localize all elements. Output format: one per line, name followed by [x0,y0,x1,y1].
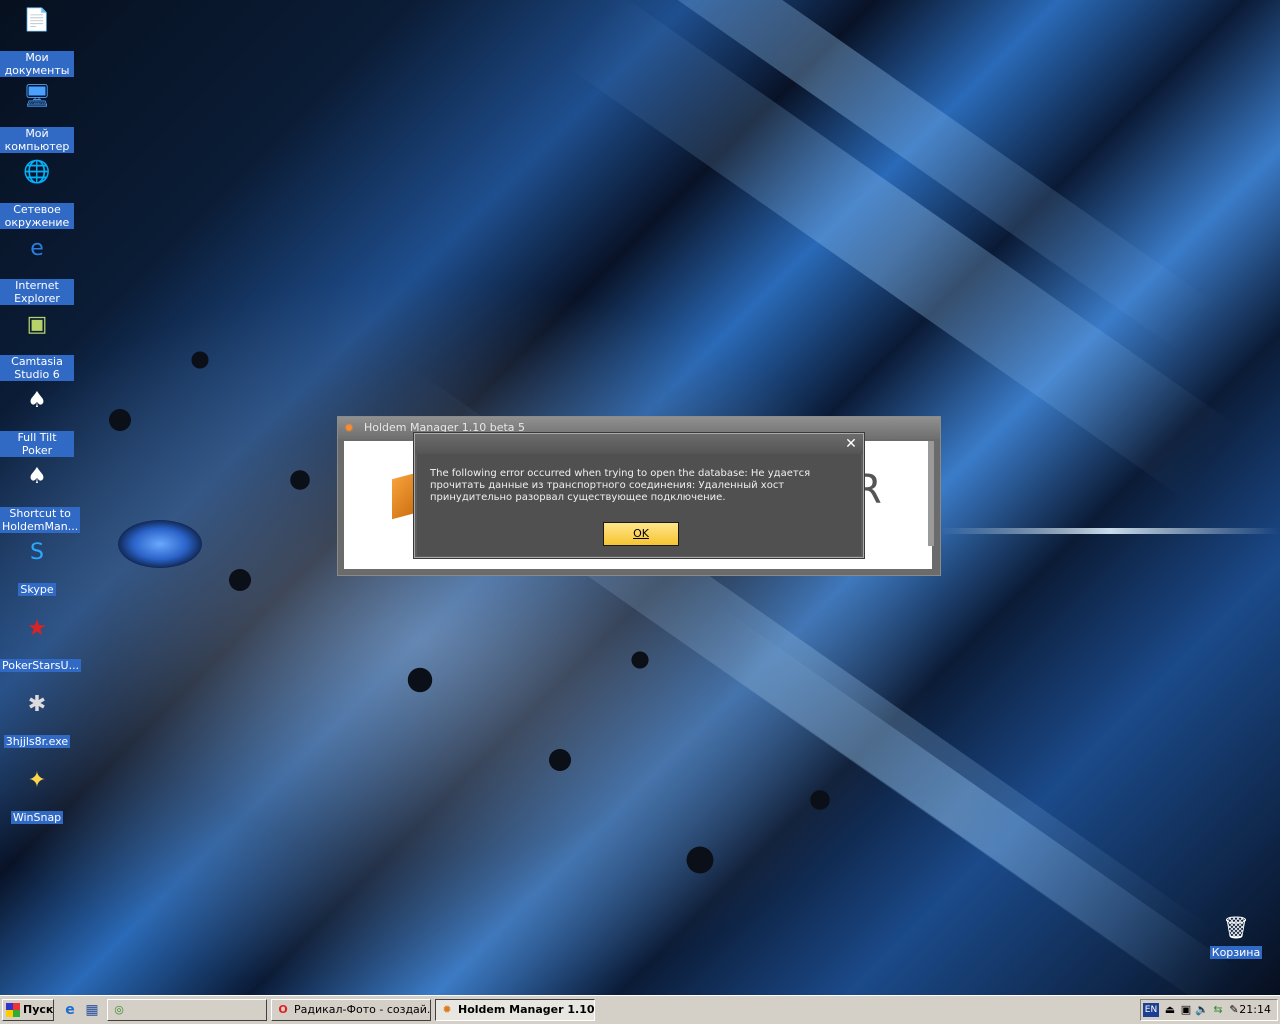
desktop-icon-full-tilt-poker[interactable]: ♠ Full Tilt Poker [0,384,74,457]
update-icon[interactable]: ⇆ [1211,1003,1225,1017]
taskbar-button-label: Holdem Manager 1.10... [458,1003,595,1016]
desktop-icon-holdem-manager-shortcut[interactable]: ♠ Shortcut to HoldemMan... [0,460,81,533]
ie-quicklaunch-icon[interactable]: e [61,1001,79,1019]
desktop-icon-label: WinSnap [10,811,64,824]
ok-button[interactable]: OK [603,522,679,546]
desktop-icon-label: Мои документы [0,51,74,77]
close-icon[interactable]: ✕ [843,436,859,452]
windows-flag-icon [6,1003,20,1017]
desktop-icon-skype[interactable]: S Skype [0,536,74,596]
dialog-body: The following error occurred when trying… [417,454,861,556]
safely-remove-icon[interactable]: ⏏ [1163,1003,1177,1017]
desktop-icon-winsnap[interactable]: ✦ WinSnap [0,764,74,824]
start-label: Пуск [23,1003,54,1016]
taskbar-button-radikal[interactable]: O Радикал-Фото - создай... [271,999,431,1021]
desktop-icon-network-places[interactable]: 🌐 Сетевое окружение [0,156,74,229]
error-message: The following error occurred when trying… [430,468,811,503]
pokerstars-icon: ★ [27,615,47,641]
desktop-icon-camtasia[interactable]: ▣ Camtasia Studio 6 [0,308,74,381]
apple-logo-icon [1030,480,1100,560]
network-icon[interactable]: ▣ [1179,1003,1193,1017]
desktop-icon-my-documents[interactable]: 📄 Мои документы [0,4,74,77]
full-tilt-poker-icon: ♠ [27,387,47,413]
system-tray: EN ⏏ ▣ 🔈 ⇆ ✎ 21:14 [1140,999,1278,1021]
taskbar-button[interactable]: ◎ [107,999,267,1021]
taskbar: Пуск e ▦ ◎ O Радикал-Фото - создай... ✹ … [0,995,1280,1024]
desktop-icon-exe[interactable]: ✱ 3hjjls8r.exe [0,688,74,748]
internet-explorer-icon: e [30,235,44,261]
exe-icon: ✱ [27,691,47,717]
desktop-icon-label: Мой компьютер [0,127,74,153]
wallpaper-flare [940,528,1280,534]
desktop-icon-my-computer[interactable]: 🖥 Мой компьютер [0,80,74,153]
desktop-icon-label: Shortcut to HoldemMan... [0,507,81,533]
show-desktop-icon[interactable]: ▦ [83,1001,101,1019]
my-computer-icon: 🖥 [23,83,51,109]
camtasia-icon: ▣ [26,311,48,337]
scrollbar[interactable] [928,441,934,546]
desktop-icon-label: Internet Explorer [0,279,74,305]
dialog-titlebar[interactable]: ✕ [415,434,863,454]
desktop-icon-recycle-bin[interactable]: 🗑 Корзина [1199,912,1273,959]
ok-button-label: OK [633,527,649,540]
desktop-icon-label: PokerStarsU... [0,659,82,672]
skype-icon: S [30,539,44,565]
recycle-bin-icon: 🗑 [1222,915,1250,941]
desktop-icon-label: Корзина [1209,946,1263,959]
error-dialog: ✕ The following error occurred when tryi… [414,433,864,558]
app-tray-icon: ◎ [114,1003,124,1016]
taskbar-button-holdem-manager[interactable]: ✹ Holdem Manager 1.10... [435,999,595,1021]
holdem-manager-icon: ✹ [344,421,355,435]
winsnap-icon: ✦ [27,767,47,793]
desktop-icon-label: Full Tilt Poker [0,431,74,457]
desktop-icon-internet-explorer[interactable]: e Internet Explorer [0,232,74,305]
opera-icon: O [278,1003,288,1016]
language-indicator[interactable]: EN [1143,1003,1159,1017]
start-button[interactable]: Пуск [2,999,54,1021]
holdem-manager-icon: ✹ [442,1003,452,1016]
network-places-icon: 🌐 [23,159,51,185]
desktop-icon-pokerstars[interactable]: ★ PokerStarsU... [0,612,82,672]
taskbar-button-label: Радикал-Фото - создай... [294,1003,431,1016]
desktop-icon-label: 3hjjls8r.exe [3,735,71,748]
clock[interactable]: 21:14 [1239,1003,1271,1017]
wallpaper-leopard-eye [118,520,202,568]
desktop-icon-label: Skype [18,583,56,596]
desktop-icon-label: Сетевое окружение [0,203,74,229]
holdem-manager-shortcut-icon: ♠ [27,463,47,489]
my-documents-icon: 📄 [23,7,51,33]
wallpaper-leopard [0,160,980,1000]
volume-icon[interactable]: 🔈 [1195,1003,1209,1017]
desktop-icon-label: Camtasia Studio 6 [0,355,74,381]
